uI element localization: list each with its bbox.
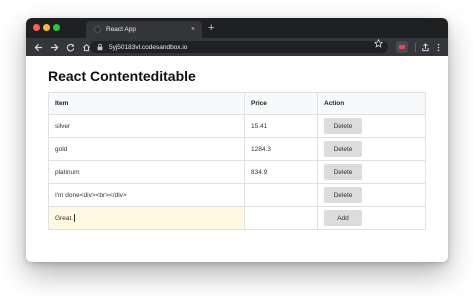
back-arrow-icon[interactable] (32, 41, 45, 54)
item-cell[interactable]: platinum (49, 161, 244, 183)
browser-window: React App × + 5yj50183vl.codesandbox.io (26, 18, 448, 262)
action-cell: Delete (317, 115, 425, 137)
new-item-text: Great. (55, 214, 74, 222)
minimize-window-button[interactable] (43, 24, 50, 31)
url-text: 5yj50183vl.codesandbox.io (109, 43, 188, 51)
action-cell: Delete (317, 161, 425, 183)
column-header-action: Action (317, 93, 425, 114)
price-cell[interactable]: 1284.3 (244, 138, 317, 160)
delete-button[interactable]: Delete (324, 141, 362, 157)
table-row: gold 1284.3 Delete (49, 137, 425, 160)
close-window-button[interactable] (33, 24, 40, 31)
reload-icon[interactable] (64, 41, 77, 54)
add-button[interactable]: Add (324, 210, 362, 226)
toolbar-divider (415, 43, 416, 52)
forward-arrow-icon[interactable] (48, 41, 61, 54)
new-item-editable[interactable]: Great. (49, 207, 244, 229)
tab-strip: React App × + (26, 18, 448, 38)
action-cell: Delete (317, 184, 425, 206)
price-cell[interactable]: 834.9 (244, 161, 317, 183)
item-cell[interactable]: gold (49, 138, 244, 160)
delete-button[interactable]: Delete (324, 187, 362, 203)
text-caret (74, 214, 76, 222)
extension-icon[interactable] (396, 41, 408, 53)
browser-toolbar: 5yj50183vl.codesandbox.io (26, 38, 448, 56)
page-content: React Contenteditable Item Price Action … (26, 56, 448, 262)
page-title: React Contenteditable (48, 68, 196, 84)
tab-title: React App (106, 26, 136, 33)
table-header-row: Item Price Action (49, 93, 425, 114)
star-icon[interactable] (373, 38, 384, 50)
delete-button[interactable]: Delete (324, 118, 362, 134)
new-tab-button[interactable]: + (208, 21, 214, 35)
action-cell: Delete (317, 138, 425, 160)
maximize-window-button[interactable] (53, 24, 60, 31)
item-cell[interactable]: silver (49, 115, 244, 137)
items-table: Item Price Action silver 15.41 Delete go… (48, 92, 426, 230)
tab-close-icon[interactable]: × (187, 26, 199, 33)
lock-icon (97, 43, 103, 51)
action-cell: Add (317, 207, 425, 229)
table-row: platinum 834.9 Delete (49, 160, 425, 183)
address-bar[interactable]: 5yj50183vl.codesandbox.io (90, 41, 388, 53)
column-header-price: Price (244, 93, 317, 114)
browser-tab[interactable]: React App × (86, 21, 202, 38)
favicon-icon (94, 26, 101, 33)
table-row: silver 15.41 Delete (49, 114, 425, 137)
price-cell[interactable]: 15.41 (244, 115, 317, 137)
share-icon[interactable] (419, 40, 431, 54)
item-cell[interactable]: I'm done<div><br></div> (49, 184, 244, 206)
price-cell[interactable] (244, 184, 317, 206)
new-item-row: Great. Add (49, 206, 425, 229)
table-row: I'm done<div><br></div> Delete (49, 183, 425, 206)
delete-button[interactable]: Delete (324, 164, 362, 180)
menu-icon[interactable] (432, 40, 444, 54)
column-header-item: Item (55, 100, 69, 107)
new-price-editable[interactable] (244, 207, 317, 229)
